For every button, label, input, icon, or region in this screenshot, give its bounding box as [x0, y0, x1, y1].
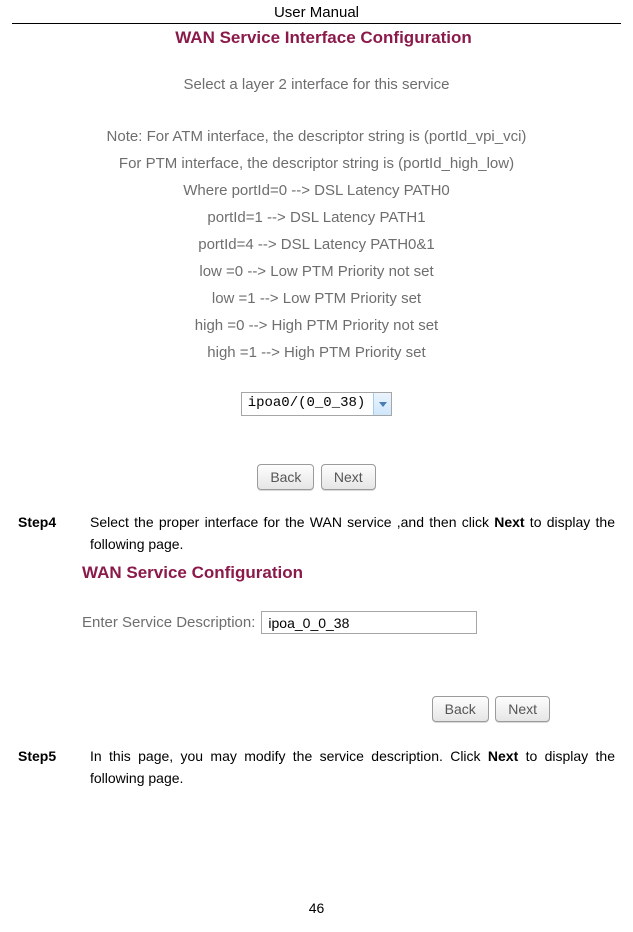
note-line: low =0 --> Low PTM Priority not set: [82, 258, 551, 285]
back-button[interactable]: Back: [257, 464, 314, 490]
note-line: For PTM interface, the descriptor string…: [82, 150, 551, 177]
descriptor-notes: Note: For ATM interface, the descriptor …: [82, 123, 551, 366]
step4-label: Step4: [18, 512, 90, 555]
figure-wan-interface-config: WAN Service Interface Configuration Sele…: [0, 28, 633, 490]
interface-select-value: ipoa0/(0_0_38): [242, 393, 374, 415]
page-number: 46: [0, 900, 633, 916]
next-button[interactable]: Next: [495, 696, 550, 722]
back-button[interactable]: Back: [432, 696, 489, 722]
note-line: portId=1 --> DSL Latency PATH1: [82, 204, 551, 231]
note-line: Note: For ATM interface, the descriptor …: [82, 123, 551, 150]
note-line: low =1 --> Low PTM Priority set: [82, 285, 551, 312]
step4-text: Select the proper interface for the WAN …: [90, 512, 615, 555]
chevron-down-icon: [373, 393, 391, 415]
step4-pre: Select the proper interface for the WAN …: [90, 514, 494, 530]
step5-block: Step5 In this page, you may modify the s…: [0, 746, 633, 789]
wan-interface-title: WAN Service Interface Configuration: [82, 28, 551, 48]
header-divider: [12, 23, 621, 24]
step4-bold: Next: [494, 514, 524, 530]
step5-label: Step5: [18, 746, 90, 789]
next-button[interactable]: Next: [321, 464, 376, 490]
note-line: portId=4 --> DSL Latency PATH0&1: [82, 231, 551, 258]
note-line: high =1 --> High PTM Priority set: [82, 339, 551, 366]
step4-block: Step4 Select the proper interface for th…: [0, 512, 633, 555]
service-desc-input[interactable]: [261, 611, 477, 634]
figure-wan-service-config: WAN Service Configuration Enter Service …: [0, 563, 633, 722]
service-desc-label: Enter Service Description:: [82, 614, 255, 631]
note-line: high =0 --> High PTM Priority not set: [82, 312, 551, 339]
wan-service-title: WAN Service Configuration: [82, 563, 551, 583]
page-header: User Manual: [0, 0, 633, 23]
interface-select[interactable]: ipoa0/(0_0_38): [241, 392, 393, 416]
note-line: Where portId=0 --> DSL Latency PATH0: [82, 177, 551, 204]
wan-interface-subtitle: Select a layer 2 interface for this serv…: [82, 76, 551, 93]
step5-pre: In this page, you may modify the service…: [90, 748, 488, 764]
step5-text: In this page, you may modify the service…: [90, 746, 615, 789]
step5-bold: Next: [488, 748, 518, 764]
